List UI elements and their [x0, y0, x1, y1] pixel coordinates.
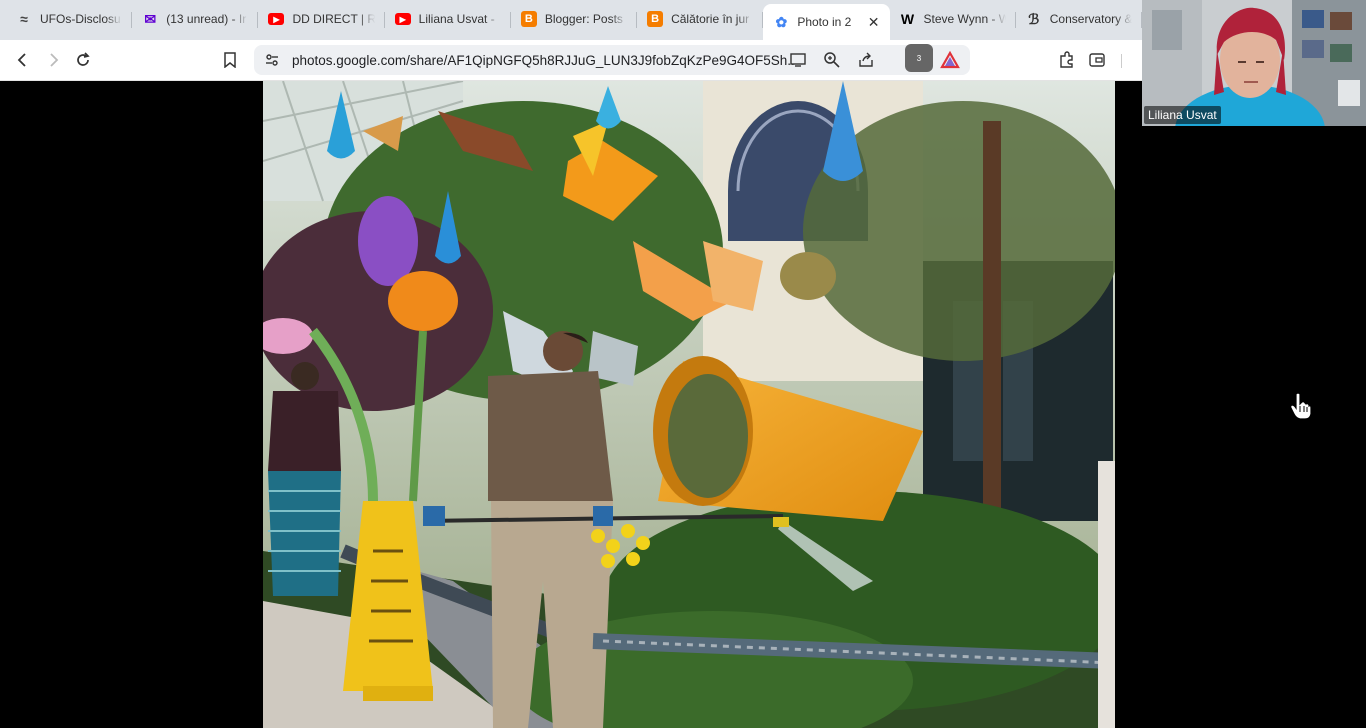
tab-label: (13 unread) - Ir: [166, 12, 247, 26]
tab-label: Conservatory &: [1049, 12, 1132, 26]
url-text[interactable]: photos.google.com/share/AF1QipNGFQ5h8RJJ…: [292, 53, 796, 68]
tab-7[interactable]: W Steve Wynn - W: [890, 2, 1016, 36]
screen: ≈ UFOs-Disclosu ✉ (13 unread) - Ir ▶ DD DIREC…: [0, 0, 1366, 728]
blogger-icon: B: [647, 11, 664, 27]
bookmark-icon: [224, 52, 236, 68]
extensions-button[interactable]: [1052, 45, 1082, 75]
divider: [886, 46, 896, 74]
toolbar-divider: [1121, 54, 1122, 68]
youtube-icon: ▶: [268, 13, 285, 25]
youtube-icon: ▶: [394, 13, 411, 25]
tab-label: DD DIRECT | Ra: [292, 12, 375, 26]
conservatory-icon: ℬ: [1028, 10, 1040, 27]
tab-2[interactable]: ▶ DD DIRECT | Ra: [258, 2, 385, 36]
forward-arrow-icon: [50, 53, 59, 67]
browser-toolbar: photos.google.com/share/AF1QipNGFQ5h8RJJ…: [0, 40, 1142, 81]
wallet-button[interactable]: [1082, 45, 1112, 75]
tab-strip: ≈ UFOs-Disclosu ✉ (13 unread) - Ir ▶ DD DIREC…: [0, 0, 1142, 40]
tab-label: Blogger: Posts: [544, 12, 623, 26]
brave-shields-icon[interactable]: 3: [902, 44, 933, 74]
tab-1[interactable]: ✉ (13 unread) - Ir: [132, 2, 259, 36]
conservatory-photo: [263, 81, 1115, 728]
site-info-icon[interactable]: [264, 52, 280, 68]
address-bar[interactable]: photos.google.com/share/AF1QipNGFQ5h8RJJ…: [254, 44, 970, 75]
forward-button[interactable]: [38, 45, 68, 75]
zoom-icon[interactable]: [818, 46, 846, 74]
ufo-site-icon: ≈: [20, 11, 28, 27]
photo-viewer-image[interactable]: [263, 81, 1115, 728]
back-button[interactable]: [8, 45, 38, 75]
close-tab-icon[interactable]: ✕: [868, 14, 880, 31]
address-bar-actions: 3: [784, 44, 964, 75]
reload-button[interactable]: [68, 45, 98, 75]
blogger-icon: B: [520, 11, 537, 27]
reload-icon: [77, 52, 90, 66]
brave-rewards-icon[interactable]: [936, 46, 964, 74]
tab-5[interactable]: B Călătorie în jur: [637, 2, 764, 36]
tab-3[interactable]: ▶ Liliana Usvat -: [385, 2, 511, 36]
back-arrow-icon: [17, 53, 26, 67]
participant-name-label: Liliana Usvat: [1144, 106, 1221, 124]
tab-label: Steve Wynn - W: [923, 12, 1006, 26]
wikipedia-icon: W: [900, 11, 915, 27]
puzzle-icon: [1060, 51, 1073, 68]
tab-label: Călătorie în jur: [671, 12, 750, 26]
tab-6[interactable]: ✿ Photo in 2 ✕: [763, 4, 890, 40]
cast-icon[interactable]: [784, 46, 812, 74]
tab-8[interactable]: ℬ Conservatory &: [1016, 2, 1142, 36]
tab-label: UFOs-Disclosu: [40, 12, 121, 26]
hand-cursor-icon: [1290, 392, 1312, 420]
bookmark-button[interactable]: [215, 45, 245, 75]
tab-label: Liliana Usvat -: [418, 12, 495, 26]
wallet-icon: [1089, 53, 1105, 67]
tab-label: Photo in 2: [797, 15, 852, 29]
video-call-tile[interactable]: Liliana Usvat: [1142, 0, 1366, 126]
share-icon[interactable]: [852, 46, 880, 74]
tab-4[interactable]: B Blogger: Posts: [511, 2, 638, 36]
google-photos-icon: ✿: [775, 13, 788, 30]
shields-count-badge: 3: [905, 44, 933, 72]
tab-0[interactable]: ≈ UFOs-Disclosu: [6, 2, 133, 36]
yahoo-mail-icon: ✉: [144, 10, 157, 27]
